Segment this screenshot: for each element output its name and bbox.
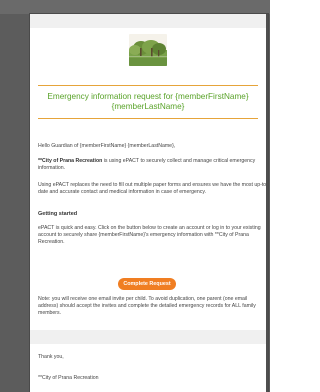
park-photo-icon — [129, 34, 167, 66]
paper-edge — [266, 14, 268, 392]
window-top-bar — [0, 0, 270, 14]
title-divider-bottom — [38, 118, 258, 119]
title-divider-top — [38, 85, 258, 86]
header-band — [30, 14, 266, 28]
email-container: Emergency information request for {membe… — [30, 14, 268, 392]
footer-band — [30, 330, 266, 344]
intro-paragraph: **City of Prana Recreation is using ePAC… — [38, 158, 268, 172]
email-title: Emergency information request for {membe… — [47, 92, 249, 111]
greeting-text: Hello Guardian of {memberFirstName} {mem… — [38, 143, 176, 149]
complete-request-button[interactable]: Complete Request — [118, 278, 176, 290]
getting-started-heading: Getting started — [38, 211, 78, 217]
note-paragraph: Note: you will receive one email invite … — [38, 296, 256, 316]
signature-text: **City of Prana Recreation — [38, 375, 99, 381]
thanks-text: Thank you, — [38, 354, 64, 360]
header-photo — [129, 34, 167, 66]
intro-org-name: **City of Prana Recreation — [38, 158, 103, 164]
getting-started-paragraph: ePACT is quick and easy. Click on the bu… — [38, 225, 261, 245]
replace-paragraph: Using ePACT replaces the need to fill ou… — [38, 182, 268, 195]
